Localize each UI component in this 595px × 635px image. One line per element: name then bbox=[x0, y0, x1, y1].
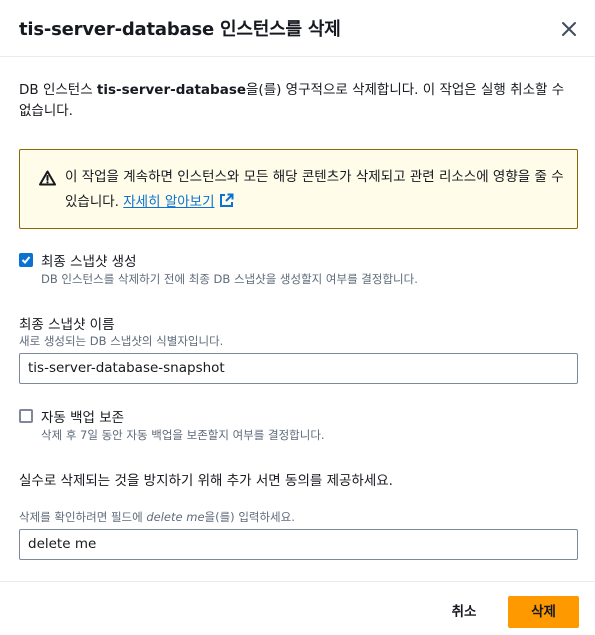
warning-alert: 이 작업을 계속하면 인스턴스와 모든 해당 콘텐츠가 삭제되고 관련 리소스에… bbox=[19, 149, 578, 229]
close-button[interactable] bbox=[556, 16, 582, 42]
confirm-input[interactable]: delete me bbox=[19, 529, 578, 560]
warning-text: 이 작업을 계속하면 인스턴스와 모든 해당 콘텐츠가 삭제되고 관련 리소스에… bbox=[65, 165, 565, 215]
dialog-header: tis-server-database 인스턴스를 삭제 bbox=[0, 0, 595, 57]
learn-more-link[interactable]: 자세히 알아보기 bbox=[123, 194, 214, 210]
dialog-title: tis-server-database 인스턴스를 삭제 bbox=[19, 19, 341, 40]
confirm-hint-suffix: 을(를) 입력하세요. bbox=[204, 510, 295, 524]
external-link-icon[interactable] bbox=[219, 193, 234, 208]
description-prefix: DB 인스턴스 bbox=[19, 82, 97, 98]
retain-backups-checkbox[interactable] bbox=[19, 409, 33, 423]
snapshot-name-input[interactable]: tis-server-database-snapshot bbox=[19, 353, 578, 384]
confirm-hint-keyword: delete me bbox=[146, 510, 205, 524]
checkmark-icon bbox=[21, 256, 31, 264]
warning-icon bbox=[39, 170, 56, 186]
delete-button[interactable]: 삭제 bbox=[508, 596, 579, 628]
retain-backups-label[interactable]: 자동 백업 보존 bbox=[41, 406, 124, 426]
final-snapshot-checkbox[interactable] bbox=[19, 253, 33, 267]
close-icon bbox=[562, 22, 576, 36]
snapshot-name-hint: 새로 생성되는 DB 스냅샷의 식별자입니다. bbox=[19, 334, 224, 348]
confirm-hint: 삭제를 확인하려면 필드에 delete me을(를) 입력하세요. bbox=[19, 509, 295, 525]
dialog-footer: 취소 삭제 bbox=[0, 581, 595, 635]
retain-backups-hint: 삭제 후 7일 동안 자동 백업을 보존할지 여부를 결정합니다. bbox=[41, 428, 325, 442]
confirm-hint-prefix: 삭제를 확인하려면 필드에 bbox=[19, 510, 147, 524]
snapshot-name-label: 최종 스냅샷 이름 bbox=[19, 317, 115, 333]
final-snapshot-label[interactable]: 최종 스냅샷 생성 bbox=[41, 250, 137, 270]
cancel-button[interactable]: 취소 bbox=[437, 596, 491, 628]
final-snapshot-hint: DB 인스턴스를 삭제하기 전에 최종 DB 스냅샷을 생성할지 여부를 결정합… bbox=[41, 272, 418, 286]
instance-name: tis-server-database bbox=[96, 82, 247, 98]
delete-description: DB 인스턴스 tis-server-database을(를) 영구적으로 삭제… bbox=[19, 80, 579, 122]
confirm-instruction: 실수로 삭제되는 것을 방지하기 위해 추가 서면 동의를 제공하세요. bbox=[19, 473, 393, 489]
